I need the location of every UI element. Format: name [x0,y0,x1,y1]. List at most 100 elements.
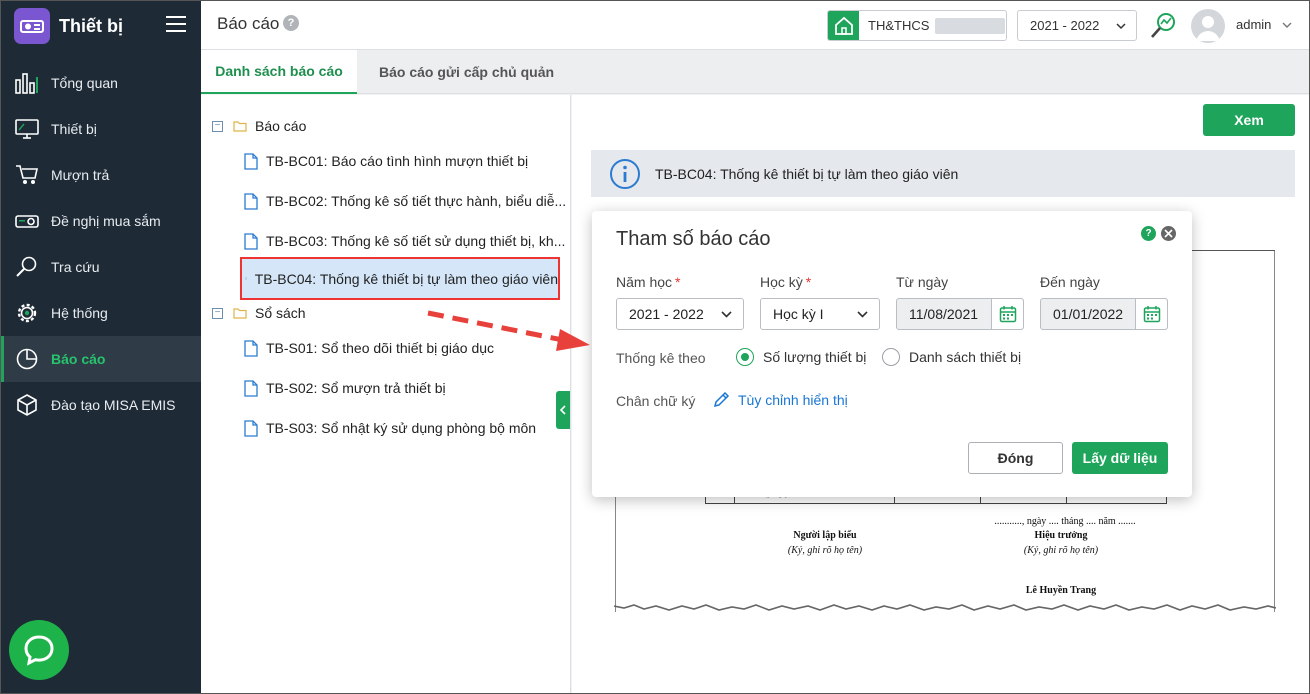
projector-icon [14,208,40,234]
semester-label: Học kỳ * [760,274,812,290]
close-icon[interactable] [1161,226,1176,241]
sidebar-item-borrow[interactable]: Mượn trả [0,152,201,198]
tab-bar: Danh sách báo cáo Báo cáo gửi cấp chủ qu… [201,50,1310,94]
close-button[interactable]: Đóng [968,442,1063,474]
sidebar-item-label: Tổng quan [51,75,118,91]
chat-bubble-icon [24,635,54,666]
calendar-icon[interactable] [1135,299,1167,329]
tree-leaf-label: TB-BC03: Thống kê số tiết sử dụng thiết … [266,233,566,249]
radio-list[interactable]: Danh sách thiết bị [882,348,1021,366]
tree-leaf-selected[interactable]: TB-BC04: Thống kê thiết bị tự làm theo g… [240,257,560,300]
tab-report-list[interactable]: Danh sách báo cáo [201,50,357,94]
signer-left-title: Người lập biểu [793,530,857,541]
tree-leaf-label: TB-S03: Sổ nhật ký sử dụng phòng bộ môn [266,420,537,436]
document-icon [244,379,258,397]
semester-select[interactable]: Học kỳ I [760,298,880,330]
document-icon [244,192,258,210]
tree-folder-label: Báo cáo [255,118,307,134]
signer-right-name: Lê Huyền Trang [1025,585,1097,596]
radio-quantity[interactable]: Số lượng thiết bị [736,348,866,366]
radio-unselected[interactable] [882,348,900,366]
report-info-bar: TB-BC04: Thống kê thiết bị tự làm theo g… [591,150,1295,197]
tree-folder-books[interactable]: − Sổ sách [212,305,306,321]
signature-label: Chân chữ ký [616,393,696,409]
tree-leaf-label: TB-BC04: Thống kê thiết bị tự làm theo g… [254,270,558,287]
tree-leaf[interactable]: TB-BC01: Báo cáo tình hình mượn thiết bị [244,151,528,171]
school-selector[interactable]: TH&THCS [827,10,1007,41]
fetch-data-button[interactable]: Lấy dữ liệu [1072,442,1168,474]
school-home-icon [828,11,859,40]
school-year-value: 2021 - 2022 [629,306,704,322]
projector-logo-icon [14,8,50,44]
sidebar-item-overview[interactable]: Tổng quan [0,60,201,106]
analytics-search-icon[interactable] [1149,12,1177,40]
school-year-label: Năm học * [616,274,681,290]
to-date-value: 01/01/2022 [1053,306,1124,322]
sidebar: Thiết bị Tổng quan Thiết bị Mượn trả Đề … [0,0,201,694]
tab-report-submit[interactable]: Báo cáo gửi cấp chủ quản [379,50,554,94]
paper-divider [1180,250,1275,251]
help-icon[interactable]: ? [283,15,299,31]
bar-chart-icon [14,70,40,96]
tree-leaf[interactable]: TB-BC02: Thống kê số tiết thực hành, biể… [244,191,566,211]
sidebar-item-label: Báo cáo [51,351,106,367]
collapse-toggle-icon[interactable]: − [212,120,223,132]
user-name[interactable]: admin [1236,17,1271,32]
search-icon [14,254,40,280]
chevron-down-icon [1116,23,1126,30]
sidebar-item-label: Đề nghị mua sắm [51,213,161,229]
customize-display-link[interactable]: Tùy chỉnh hiển thị [712,391,848,409]
folder-icon [233,121,247,132]
from-date-value: 11/08/2021 [909,306,979,322]
document-icon [244,232,258,250]
sidebar-item-label: Đào tạo MISA EMIS [51,397,176,413]
gear-icon [14,300,40,326]
top-bar: Báo cáo ? TH&THCS 2021 - 2022 admin [201,0,1310,50]
school-name: TH&THCS [868,18,930,33]
sidebar-item-lookup[interactable]: Tra cứu [0,244,201,290]
tree-leaf[interactable]: TB-S02: Sổ mượn trả thiết bị [244,378,446,398]
panel-collapse-handle[interactable] [556,391,570,429]
tree-folder-reports[interactable]: − Báo cáo [212,118,306,134]
to-date-field[interactable]: 01/01/2022 [1040,298,1168,330]
signer-left-note: (Ký, ghi rõ họ tên) [787,545,863,556]
folder-icon [233,308,247,319]
menu-toggle-icon[interactable] [166,16,186,32]
sidebar-item-reports[interactable]: Báo cáo [0,336,201,382]
calendar-icon[interactable] [991,299,1023,329]
annotation-arrow [427,310,590,351]
monitor-icon [14,116,40,142]
sidebar-item-devices[interactable]: Thiết bị [0,106,201,152]
school-year-select[interactable]: 2021 - 2022 [1017,10,1137,41]
page-title: Báo cáo [217,14,280,33]
radio-selected[interactable] [736,348,754,366]
document-icon [244,152,258,170]
view-button[interactable]: Xem [1203,104,1295,136]
sidebar-nav: Tổng quan Thiết bị Mượn trả Đề nghị mua … [0,60,201,428]
chevron-down-icon[interactable] [1281,19,1293,31]
sidebar-item-training[interactable]: Đào tạo MISA EMIS [0,382,201,428]
dialog-title: Tham số báo cáo [616,228,771,250]
sidebar-item-system[interactable]: Hệ thống [0,290,201,336]
to-date-label: Đến ngày [1040,274,1100,290]
avatar[interactable] [1191,9,1225,43]
help-icon[interactable]: ? [1141,226,1156,241]
chat-support-button[interactable] [9,620,69,680]
tree-leaf[interactable]: TB-S03: Sổ nhật ký sử dụng phòng bộ môn [244,418,536,438]
sidebar-item-purchase[interactable]: Đề nghị mua sắm [0,198,201,244]
info-icon [610,158,640,189]
from-date-field[interactable]: 11/08/2021 [896,298,1024,330]
semester-value: Học kỳ I [773,306,824,322]
tree-leaf-label: TB-BC02: Thống kê số tiết thực hành, biể… [266,193,567,209]
tree-leaf[interactable]: TB-BC03: Thống kê số tiết sử dụng thiết … [244,231,565,251]
tree-leaf-label: TB-S02: Sổ mượn trả thiết bị [266,380,446,396]
document-icon [245,277,247,280]
school-year-select[interactable]: 2021 - 2022 [616,298,744,330]
collapse-toggle-icon[interactable]: − [212,307,223,319]
tree-leaf-label: TB-BC01: Báo cáo tình hình mượn thiết bị [266,153,529,169]
sidebar-item-label: Tra cứu [51,259,100,275]
chevron-left-icon [559,405,566,415]
chevron-down-icon [857,311,868,318]
document-icon [244,419,258,437]
tree-folder-label: Sổ sách [255,305,306,321]
